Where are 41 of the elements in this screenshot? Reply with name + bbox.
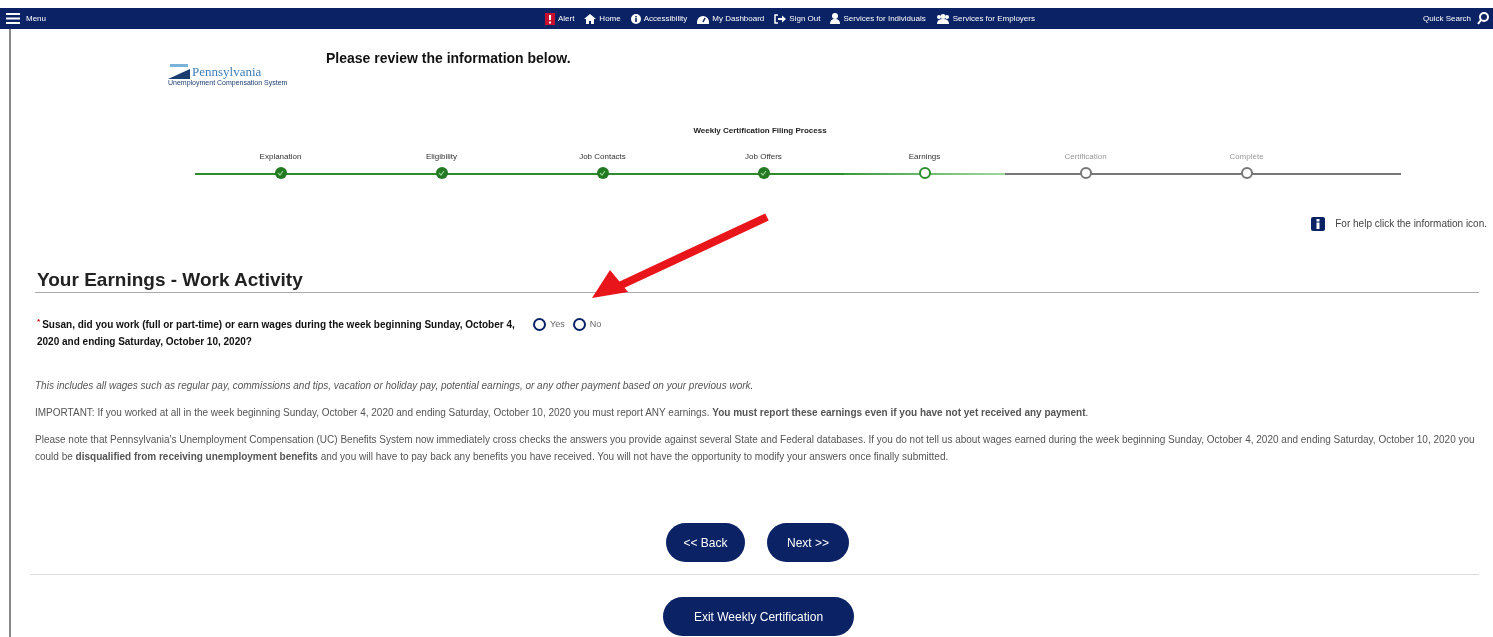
step-label: Eligibility xyxy=(425,151,458,163)
note-paragraph: This includes all wages such as regular pay, commissions and tips, vacation or holiday pay, potential earnings, or any other payment based on your previous work. xyxy=(35,379,755,393)
search-icon xyxy=(1477,12,1489,25)
nav-link[interactable]: Services for Individuals xyxy=(830,12,926,25)
nav-link[interactable]: Home xyxy=(584,12,621,25)
step-label: Complete xyxy=(1229,151,1264,163)
sign-out-icon xyxy=(774,13,787,24)
radio-option[interactable]: Yes xyxy=(533,317,565,332)
gauge-icon xyxy=(697,13,710,24)
step-label: Job Offers xyxy=(745,151,782,163)
step-label: Certification xyxy=(1064,151,1107,163)
back-button[interactable]: << Back xyxy=(666,523,745,562)
nav-link[interactable]: Alert xyxy=(544,12,575,25)
nav-link[interactable]: Sign Out xyxy=(774,12,821,25)
exit-certification-button[interactable]: Exit Weekly Certification xyxy=(663,597,854,636)
menu-icon xyxy=(6,13,20,24)
question-text: $^{*}$ Susan, did you work (full or part-time) or earn wages during the week beginning Sunday, October 4, 2020 and ending Saturday, October 10, 2020? xyxy=(37,316,516,349)
nav-link[interactable]: My Dashboard xyxy=(697,12,765,25)
keystone-logo-icon xyxy=(168,63,190,79)
logo-name: Pennsylvania xyxy=(192,64,262,78)
help-text: For help click the information icon. xyxy=(1335,217,1487,231)
info-icon[interactable] xyxy=(1311,216,1326,231)
menu-button[interactable]: Menu xyxy=(6,12,46,25)
quick-search-button[interactable]: Quick Search xyxy=(1422,12,1489,25)
note-paragraph: Please note that Pennsylvania's Unemployment Compensation (UC) Benefits System now immediately cross checks the answers you provide against several State and Federal databases. If you do not tell us about wages earned during the week beginning Sunday, October 4, 2020 and ending Saturday, October 10, 2020 you could be disqualified from receiving unemployment benefits and you will have to pay back any benefits you have received. You will not have the opportunity to modify your answers once finally submitted. xyxy=(35,433,1476,464)
step-label: Earnings xyxy=(908,151,941,163)
nav-link[interactable]: Services for Employers xyxy=(935,12,1035,25)
person-icon xyxy=(830,13,841,24)
note-paragraph: IMPORTANT: If you worked at all in the week beginning Sunday, October 4, 2020 and ending Saturday, October 10, 2020 you must report ANY earnings. You must report these earnings even if you have not yet received any payment. xyxy=(35,406,1090,420)
group-icon xyxy=(935,13,950,24)
next-button[interactable]: Next >> xyxy=(767,523,849,562)
home-icon xyxy=(584,13,597,24)
section-title: Your Earnings - Work Activity xyxy=(37,270,303,289)
page-title: Please review the information below. xyxy=(326,51,571,65)
alert-icon xyxy=(544,12,555,25)
progress-title: Weekly Certification Filing Process xyxy=(692,125,828,137)
step-label: Explanation xyxy=(259,151,302,163)
radio-option[interactable]: No xyxy=(572,317,602,332)
nav-link[interactable]: Accessibility xyxy=(630,12,688,25)
step-label: Job Contacts xyxy=(579,151,626,163)
info-circle-icon xyxy=(630,13,641,24)
